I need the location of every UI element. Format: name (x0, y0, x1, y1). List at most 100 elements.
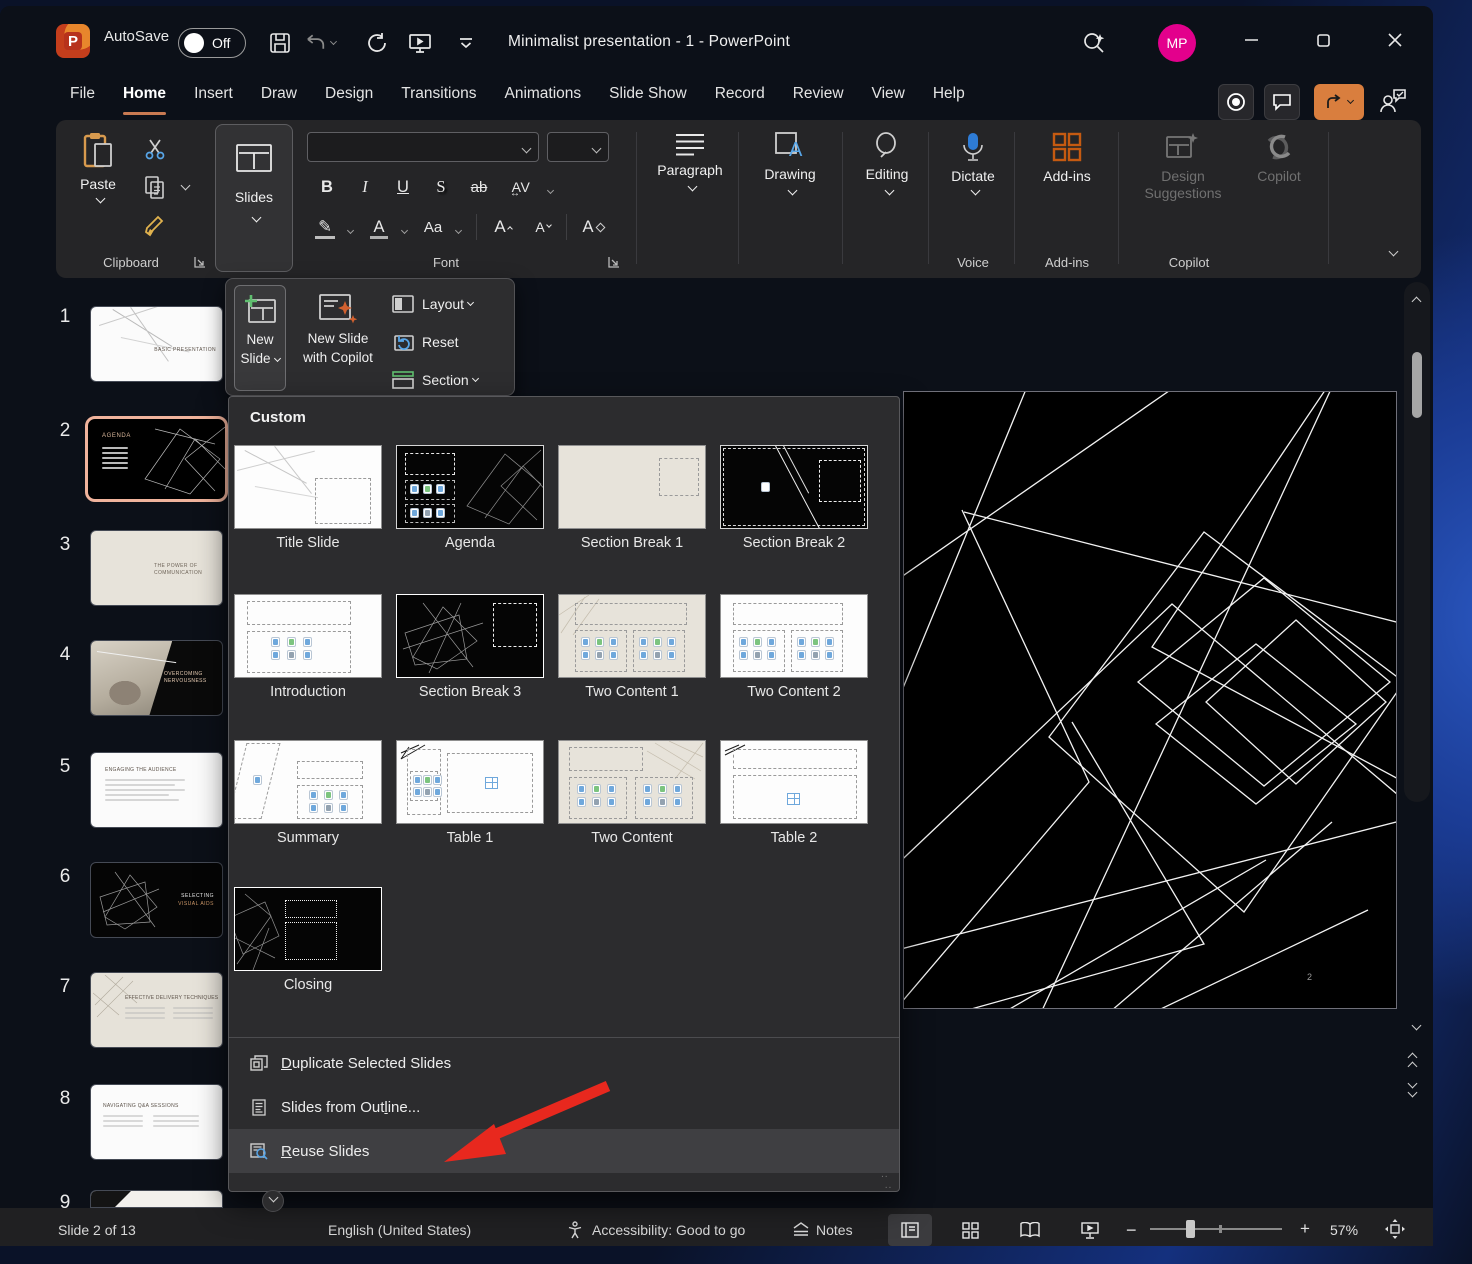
minimize-button[interactable] (1228, 22, 1274, 58)
layout-card-section-break-3[interactable]: Section Break 3 (396, 594, 544, 700)
slides-menu-button[interactable]: Slides (215, 124, 293, 272)
addins-button[interactable]: Add-ins (1026, 132, 1108, 185)
customize-quick-access-button[interactable] (450, 28, 482, 58)
tab-view[interactable]: View (858, 70, 919, 120)
presenter-coach-button[interactable] (1378, 88, 1408, 114)
section-menu-item[interactable]: Section (392, 365, 508, 395)
tab-help[interactable]: Help (919, 70, 979, 120)
slide-4-thumbnail[interactable]: OVERCOMING NERVOUSNESS (90, 640, 223, 716)
new-slide-with-copilot-button[interactable]: New Slide with Copilot (292, 285, 384, 391)
normal-view-button[interactable] (888, 1214, 932, 1246)
layout-card-title-slide[interactable]: Title Slide (234, 445, 382, 551)
layout-card-agenda[interactable]: Agenda (396, 445, 544, 551)
highlight-pen-button[interactable]: ✎ (308, 212, 342, 242)
tab-review[interactable]: Review (779, 70, 858, 120)
zoom-slider-thumb[interactable] (1186, 1220, 1195, 1238)
paragraph-button[interactable]: Paragraph (652, 132, 728, 192)
font-size-combo[interactable] (547, 132, 609, 162)
share-button[interactable] (1314, 84, 1364, 120)
start-slideshow-button[interactable] (404, 28, 436, 58)
font-dialog-launcher[interactable] (608, 256, 622, 270)
slide-8-thumbnail[interactable]: NAVIGATING Q&A SESSIONS (90, 1084, 223, 1160)
layout-card-table-2[interactable]: Table 2 (720, 740, 868, 846)
font-name-combo[interactable] (307, 132, 539, 162)
slide-canvas[interactable]: 2 (903, 391, 1397, 1009)
layout-card-two-content-2[interactable]: Two Content 2 (720, 594, 868, 700)
slide-5-thumbnail[interactable]: ENGAGING THE AUDIENCE (90, 752, 223, 828)
format-painter-button[interactable] (144, 214, 170, 238)
layout-card-section-break-1[interactable]: Section Break 1 (558, 445, 706, 551)
language-indicator[interactable]: English (United States) (328, 1222, 471, 1238)
character-spacing-button[interactable]: AV↔ (504, 172, 538, 202)
zoom-slider-track[interactable] (1150, 1228, 1282, 1230)
layout-card-table-1[interactable]: Table 1 (396, 740, 544, 846)
scrollbar-thumb[interactable] (1412, 352, 1422, 418)
new-slide-button[interactable]: New Slide (234, 285, 286, 391)
save-button[interactable] (264, 28, 296, 58)
slide-9-thumbnail[interactable] (90, 1190, 223, 1208)
tab-design[interactable]: Design (311, 70, 387, 120)
copilot-button[interactable]: Copilot (1246, 132, 1312, 185)
slide-panel-scroll-down-button[interactable] (262, 1190, 284, 1212)
spacing-dropdown-chevron[interactable] (544, 182, 553, 200)
zoom-percentage[interactable]: 57% (1330, 1222, 1358, 1238)
copy-button[interactable] (144, 176, 166, 200)
slide-6-thumbnail[interactable]: SELECTING VISUAL AIDS (90, 862, 223, 938)
record-button[interactable] (1218, 84, 1254, 120)
tab-draw[interactable]: Draw (247, 70, 311, 120)
italic-button[interactable]: I (348, 172, 382, 202)
undo-button[interactable] (304, 28, 336, 58)
tab-record[interactable]: Record (701, 70, 779, 120)
layout-menu-item[interactable]: Layout (392, 289, 508, 319)
tab-home[interactable]: Home (109, 70, 180, 120)
zoom-in-button[interactable]: + (1300, 1219, 1310, 1239)
redo-button[interactable] (362, 28, 394, 58)
previous-slide-button[interactable] (1409, 1052, 1416, 1068)
layout-card-section-break-2[interactable]: Section Break 2 (720, 445, 868, 551)
scroll-up-button[interactable] (1409, 290, 1420, 308)
clipboard-dialog-launcher[interactable] (194, 256, 208, 270)
tab-file[interactable]: File (56, 70, 109, 120)
tab-animations[interactable]: Animations (490, 70, 595, 120)
design-suggestions-button[interactable]: Design Suggestions (1130, 132, 1236, 202)
reuse-slides-item[interactable]: Reuse Slides (229, 1129, 899, 1173)
copy-dropdown-chevron[interactable] (178, 178, 189, 196)
notes-button[interactable]: Notes (792, 1222, 853, 1238)
drawing-button[interactable]: A Drawing (750, 132, 830, 196)
layout-card-summary[interactable]: Summary (234, 740, 382, 846)
increase-font-button[interactable]: A (486, 212, 520, 242)
accessibility-status[interactable]: Accessibility: Good to go (566, 1221, 745, 1239)
zoom-out-button[interactable]: − (1126, 1220, 1137, 1241)
layout-card-two-content-1[interactable]: Two Content 1 (558, 594, 706, 700)
layout-card-closing[interactable]: Closing (234, 887, 382, 993)
next-slide-button[interactable] (1409, 1082, 1416, 1098)
flyout-resize-grip[interactable]: ∙∙ ∙∙ (881, 1171, 892, 1193)
comments-button[interactable] (1264, 84, 1300, 120)
tab-transitions[interactable]: Transitions (387, 70, 490, 120)
case-chevron[interactable] (452, 222, 461, 240)
decrease-font-button[interactable]: A (526, 212, 560, 242)
cut-button[interactable] (144, 138, 166, 160)
reading-view-button[interactable] (1008, 1214, 1052, 1246)
tab-slide-show[interactable]: Slide Show (595, 70, 701, 120)
scroll-down-button[interactable] (1409, 1018, 1420, 1036)
maximize-button[interactable] (1300, 22, 1346, 58)
autosave-toggle[interactable]: Off (178, 28, 246, 58)
avatar[interactable]: MP (1158, 24, 1196, 62)
editing-button[interactable]: Editing (854, 132, 920, 196)
reset-menu-item[interactable]: Reset (392, 327, 508, 357)
clear-formatting-button[interactable]: A (576, 212, 610, 242)
duplicate-selected-slides-item[interactable]: Duplicate Selected Slides (229, 1041, 899, 1085)
slide-1-thumbnail[interactable]: BASIC PRESENTATION (90, 306, 223, 382)
layout-card-introduction[interactable]: Introduction (234, 594, 382, 700)
slide-3-thumbnail[interactable]: THE POWER OF COMMUNICATION (90, 530, 223, 606)
slide-7-thumbnail[interactable]: EFFECTIVE DELIVERY TECHNIQUES (90, 972, 223, 1048)
fit-slide-to-window-button[interactable] (1384, 1218, 1406, 1240)
powerpoint-logo-icon[interactable]: P (56, 24, 90, 58)
slides-from-outline-item[interactable]: Slides from Outline... (229, 1085, 899, 1129)
dictate-button[interactable]: Dictate (940, 132, 1006, 196)
pen-dropdown-chevron[interactable] (344, 222, 353, 240)
text-shadow-button[interactable]: S (424, 172, 458, 202)
change-case-button[interactable]: Aa (416, 212, 450, 242)
slideshow-view-button[interactable] (1068, 1214, 1112, 1246)
